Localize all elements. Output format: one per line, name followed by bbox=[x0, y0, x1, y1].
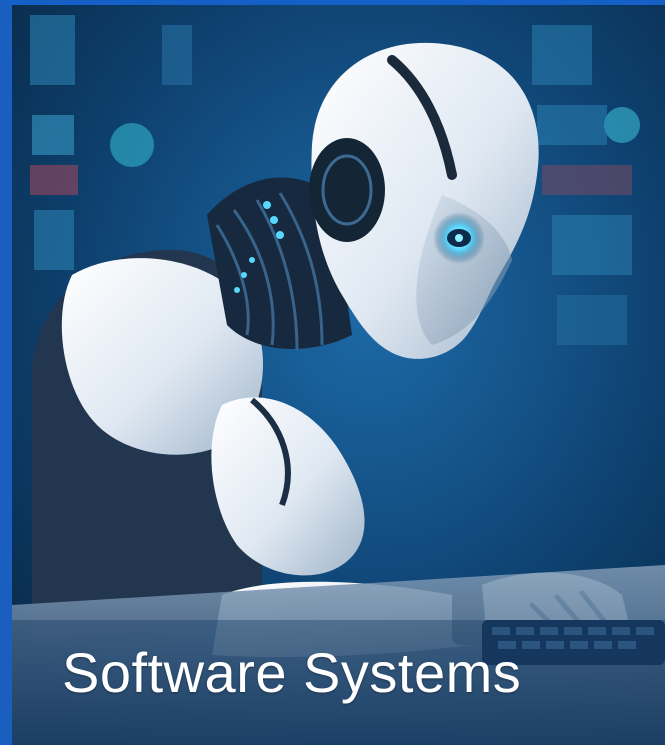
robot-ear-module bbox=[309, 138, 385, 242]
robot-illustration bbox=[12, 5, 665, 745]
caption-title: Software Systems bbox=[62, 641, 522, 704]
image-frame: Software Systems bbox=[0, 0, 665, 745]
